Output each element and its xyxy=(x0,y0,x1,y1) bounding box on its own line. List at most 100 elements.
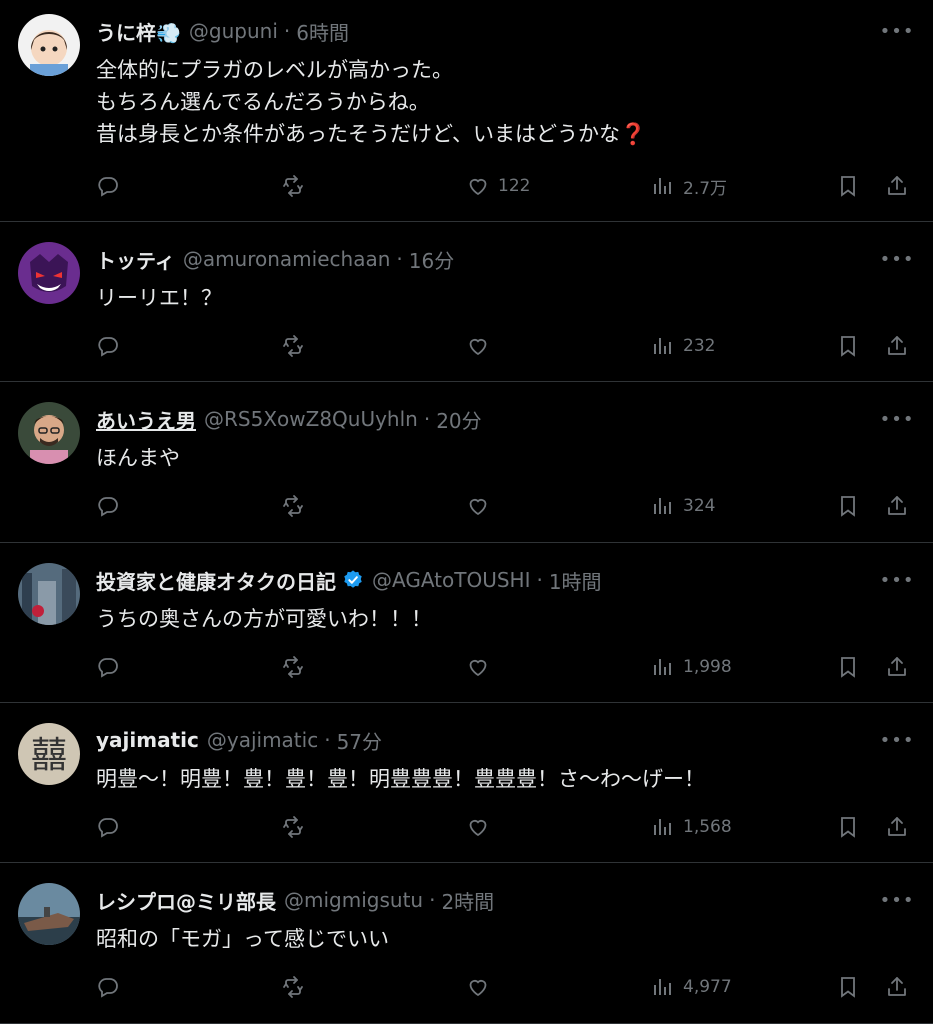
tweet[interactable]: レシプロ@ミリ部長 @migmigsutu · 2時間 ••• 昭和の「モガ」って感じでい… xyxy=(0,863,933,1024)
timestamp[interactable]: 16分 xyxy=(409,245,454,274)
avatar[interactable]: 囍 xyxy=(18,723,80,785)
retweet-button[interactable] xyxy=(281,490,305,522)
bookmark-button[interactable] xyxy=(836,811,860,843)
views-button[interactable]: 1,568 xyxy=(651,811,732,843)
user-handle[interactable]: @RS5XowZ8QuUyhln xyxy=(204,407,418,431)
views-button[interactable]: 1,998 xyxy=(651,651,732,683)
share-button[interactable] xyxy=(885,651,909,683)
timestamp[interactable]: 2時間 xyxy=(441,886,494,915)
retweet-button[interactable] xyxy=(281,811,305,843)
tweet[interactable]: うに梓💨 @gupuni · 6時間 ••• 全体的にプラガのレベルが高かった。 もちろん選… xyxy=(0,0,933,222)
like-button[interactable] xyxy=(466,811,498,843)
timestamp[interactable]: 1時間 xyxy=(549,566,602,595)
tweet-text-line: うちの奥さんの方が可愛いわ！！！ xyxy=(96,607,432,631)
more-icon[interactable]: ••• xyxy=(880,21,914,42)
user-handle[interactable]: @migmigsutu xyxy=(284,888,423,912)
tweet-header: あいうえ男 @RS5XowZ8QuUyhln · 20分 xyxy=(96,404,482,434)
like-count: 122 xyxy=(498,176,531,196)
views-button[interactable]: 232 xyxy=(651,330,715,362)
user-handle[interactable]: @amuronamiechaan xyxy=(183,247,391,271)
view-count: 324 xyxy=(683,496,716,516)
views-icon xyxy=(651,975,675,999)
tweet-text-line: ほんまや xyxy=(96,446,180,470)
views-button[interactable]: 4,977 xyxy=(651,971,732,1003)
like-button[interactable] xyxy=(466,330,498,362)
like-icon xyxy=(466,494,490,518)
tweet-text-line: 全体的にプラガのレベルが高かった。 xyxy=(96,58,453,82)
user-handle[interactable]: @AGAtoTOUSHI xyxy=(372,568,530,592)
share-button[interactable] xyxy=(885,811,909,843)
separator-dot: · xyxy=(429,888,436,912)
avatar[interactable] xyxy=(18,14,80,76)
views-icon xyxy=(651,815,675,839)
display-name[interactable]: yajimatic xyxy=(96,728,199,752)
bookmark-icon xyxy=(836,975,860,999)
timestamp[interactable]: 20分 xyxy=(436,405,481,434)
more-icon[interactable]: ••• xyxy=(880,890,914,911)
tweet-text-line: 昔は身長とか条件があったそうだけど、いまはどうかな❓ xyxy=(96,122,647,146)
avatar[interactable] xyxy=(18,242,80,304)
reply-button[interactable] xyxy=(96,170,120,202)
timestamp[interactable]: 57分 xyxy=(337,726,382,755)
view-count: 4,977 xyxy=(683,977,732,997)
share-button[interactable] xyxy=(885,170,909,202)
display-name[interactable]: レシプロ@ミリ部長 xyxy=(96,886,276,915)
retweet-button[interactable] xyxy=(281,651,305,683)
share-icon xyxy=(885,655,909,679)
reply-button[interactable] xyxy=(96,971,120,1003)
reply-button[interactable] xyxy=(96,811,120,843)
bookmark-button[interactable] xyxy=(836,490,860,522)
display-name[interactable]: トッティ xyxy=(96,245,175,274)
views-button[interactable]: 324 xyxy=(651,490,715,522)
share-button[interactable] xyxy=(885,330,909,362)
like-button[interactable]: 122 xyxy=(466,170,530,202)
tweet-header: 投資家と健康オタクの日記 @AGAtoTOUSHI · 1時間 xyxy=(96,565,602,595)
like-button[interactable] xyxy=(466,490,498,522)
tweet-text-line: 昭和の「モガ」って感じでいい xyxy=(96,927,389,951)
share-button[interactable] xyxy=(885,971,909,1003)
retweet-button[interactable] xyxy=(281,330,305,362)
separator-dot: · xyxy=(536,568,543,592)
avatar[interactable] xyxy=(18,563,80,625)
display-name[interactable]: あいうえ男 xyxy=(96,405,196,434)
more-icon[interactable]: ••• xyxy=(880,730,914,751)
bookmark-button[interactable] xyxy=(836,330,860,362)
tweet-header: トッティ @amuronamiechaan · 16分 xyxy=(96,244,454,274)
reply-button[interactable] xyxy=(96,330,120,362)
more-icon[interactable]: ••• xyxy=(880,570,914,591)
more-icon[interactable]: ••• xyxy=(880,249,914,270)
views-button[interactable]: 2.7万 xyxy=(651,170,727,202)
bookmark-button[interactable] xyxy=(836,170,860,202)
share-icon xyxy=(885,494,909,518)
bookmark-button[interactable] xyxy=(836,971,860,1003)
tweet-actions: 1,568 xyxy=(0,811,933,843)
tweet[interactable]: あいうえ男 @RS5XowZ8QuUyhln · 20分 ••• ほんまや 324 xyxy=(0,382,933,543)
display-name[interactable]: うに梓💨 xyxy=(96,17,181,46)
reply-button[interactable] xyxy=(96,490,120,522)
retweet-button[interactable] xyxy=(281,170,305,202)
user-handle[interactable]: @gupuni xyxy=(189,19,278,43)
tweet[interactable]: 投資家と健康オタクの日記 @AGAtoTOUSHI · 1時間 ••• うちの奥さんの方が… xyxy=(0,543,933,703)
tweet-header: うに梓💨 @gupuni · 6時間 xyxy=(96,16,349,46)
display-name[interactable]: 投資家と健康オタクの日記 xyxy=(96,566,336,595)
reply-button[interactable] xyxy=(96,651,120,683)
tweet[interactable]: トッティ @amuronamiechaan · 16分 ••• リーリエ！？ 232 xyxy=(0,222,933,382)
bookmark-icon xyxy=(836,494,860,518)
avatar[interactable] xyxy=(18,402,80,464)
bookmark-button[interactable] xyxy=(836,651,860,683)
like-button[interactable] xyxy=(466,651,498,683)
tweet[interactable]: 囍 yajimatic @yajimatic · 57分 ••• 明豊〜！明豊！豊！豊！豊！… xyxy=(0,703,933,863)
reply-feed: うに梓💨 @gupuni · 6時間 ••• 全体的にプラガのレベルが高かった。 もちろん選… xyxy=(0,0,933,1024)
verified-icon xyxy=(342,569,364,591)
share-button[interactable] xyxy=(885,490,909,522)
like-button[interactable] xyxy=(466,971,498,1003)
avatar[interactable] xyxy=(18,883,80,945)
bookmark-icon xyxy=(836,815,860,839)
retweet-icon xyxy=(281,494,305,518)
user-handle[interactable]: @yajimatic xyxy=(207,728,318,752)
timestamp[interactable]: 6時間 xyxy=(296,17,349,46)
separator-dot: · xyxy=(423,407,431,431)
more-icon[interactable]: ••• xyxy=(880,409,914,430)
retweet-button[interactable] xyxy=(281,971,305,1003)
tweet-actions: 122 2.7万 xyxy=(0,170,933,202)
